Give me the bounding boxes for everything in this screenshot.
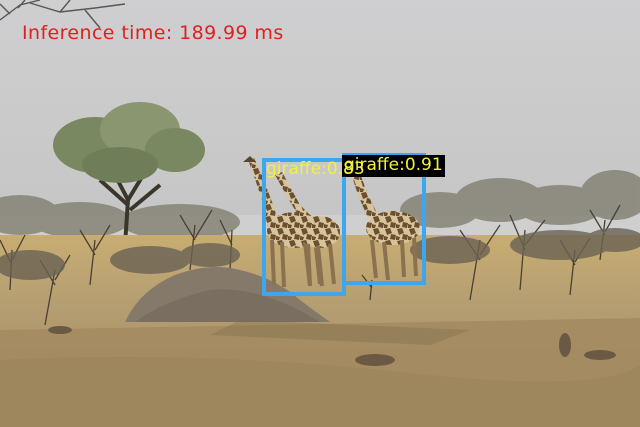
detection-label-giraffe-left: giraffe:0.83 [266, 159, 365, 179]
photo-scene: giraffe:0.91 giraffe:0.83 Inference time… [0, 0, 640, 427]
inference-time-label: Inference time: 189.99 ms [22, 22, 284, 44]
